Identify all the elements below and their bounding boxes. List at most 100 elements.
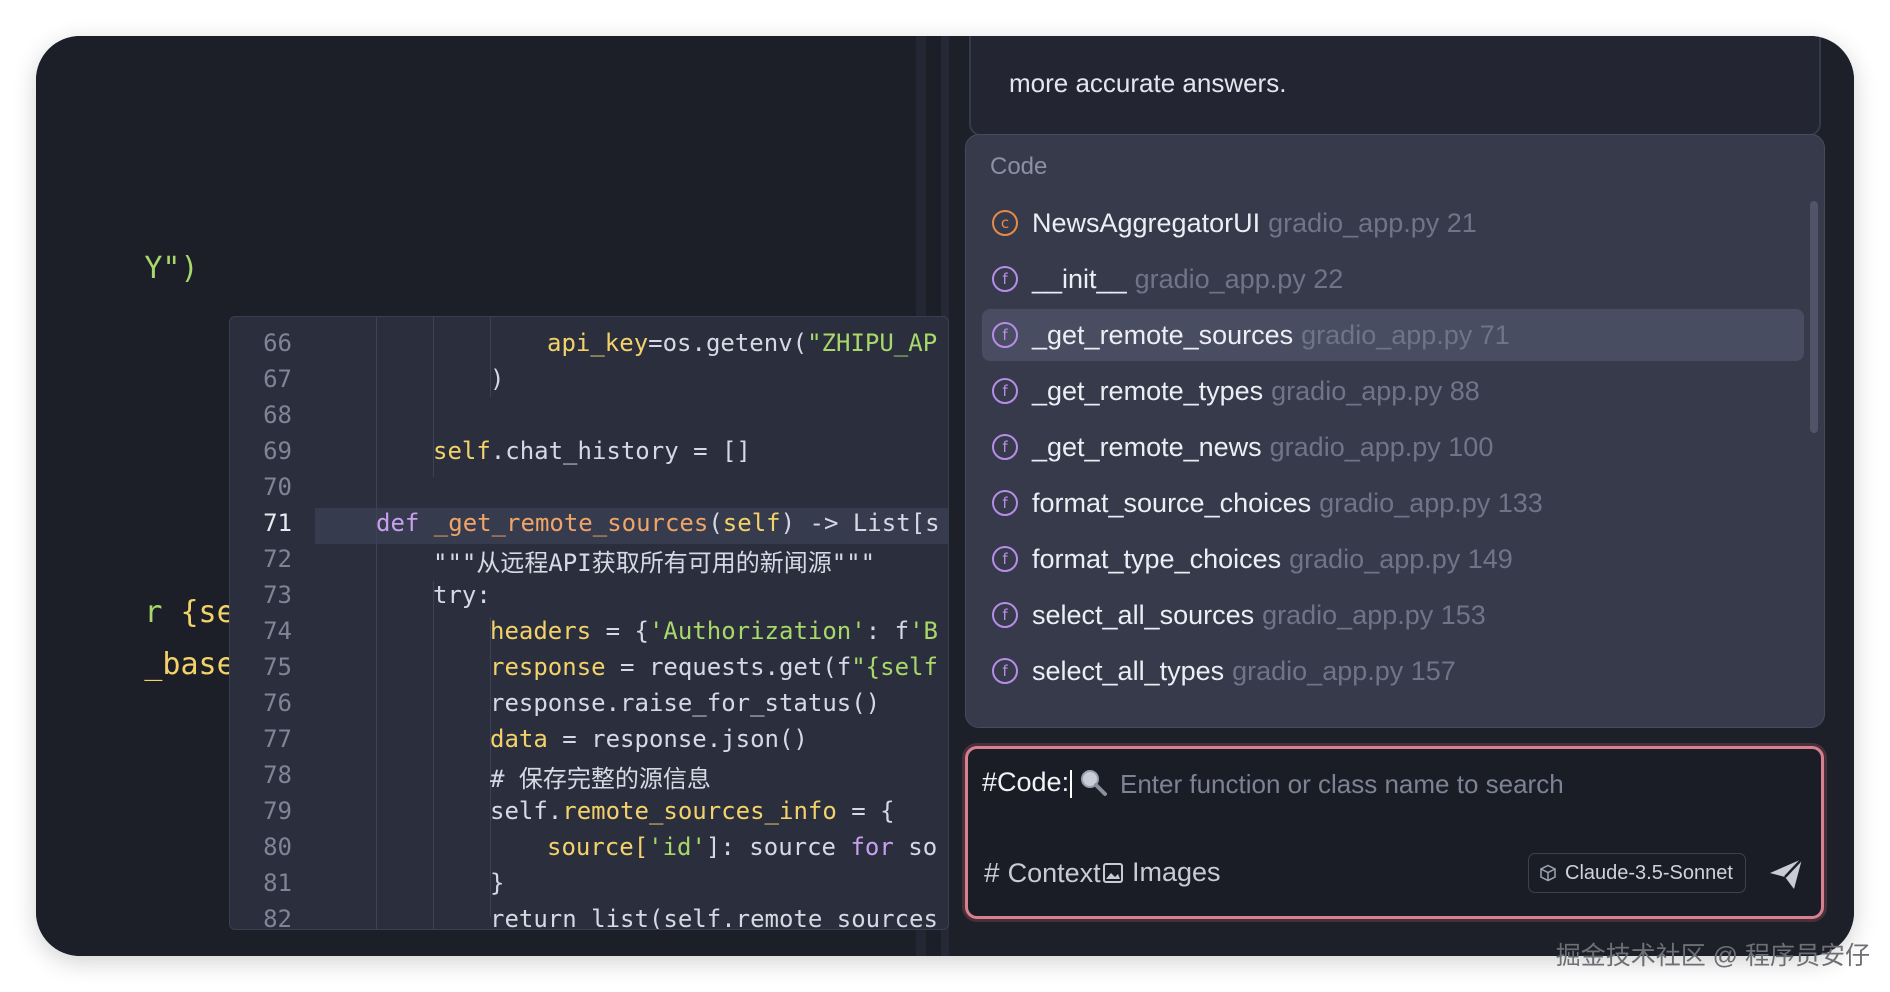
dropdown-item[interactable]: f _get_remote_types gradio_app.py 88 [982,365,1804,417]
function-icon: f [992,378,1018,404]
symbol-name: select_all_sources [1032,600,1255,630]
symbol-location: gradio_app.py 71 [1301,320,1510,350]
dropdown-item[interactable]: f select_all_sources gradio_app.py 153 [982,589,1804,641]
function-icon: f [992,602,1018,628]
code-comment: # 保存完整的源信息 [490,765,711,793]
function-icon: f [992,546,1018,572]
app-window: Y") r {self.api _base_url}/ 66 67 68 69 … [36,36,1854,956]
dropdown-item-label: format_type_choices gradio_app.py 149 [1032,544,1513,575]
code-token: =os.getenv( [648,329,808,357]
dropdown-item-label: select_all_types gradio_app.py 157 [1032,656,1456,687]
code-token: so [893,833,938,861]
text-caret [1070,769,1073,798]
model-selector[interactable]: Claude-3.5-Sonnet [1528,853,1746,893]
line-number: 68 [263,401,292,429]
function-icon: f [992,490,1018,516]
dropdown-item[interactable]: f select_all_types gradio_app.py 157 [982,645,1804,697]
function-icon: f [992,434,1018,460]
code-line: source['id']: source for so [547,833,937,861]
code-token: _get_remote_sources [433,509,709,537]
line-number: 78 [263,761,292,789]
image-icon [1103,862,1123,883]
symbol-location: gradio_app.py 149 [1289,544,1513,574]
line-number: 67 [263,365,292,393]
symbol-location: gradio_app.py 153 [1262,600,1486,630]
dropdown-item[interactable]: f __init__ gradio_app.py 22 [982,253,1804,305]
class-icon: c [992,210,1018,236]
symbol-name: format_source_choices [1032,488,1312,518]
symbol-name: _get_remote_news [1032,432,1262,462]
dropdown-item[interactable]: f _get_remote_news gradio_app.py 100 [982,421,1804,473]
hash-icon: # [984,857,1000,888]
code-line: self.chat_history = [] [433,437,751,465]
symbol-search-input[interactable] [1118,763,1762,805]
dropdown-item-label: select_all_sources gradio_app.py 153 [1032,600,1486,631]
model-label: Claude-3.5-Sonnet [1565,861,1733,884]
code-token: self [433,437,491,465]
images-button[interactable]: Images [1102,857,1221,888]
dropdown-item-label: format_source_choices gradio_app.py 133 [1032,488,1543,519]
dropdown-section-title: Code [990,153,1048,180]
dropdown-item[interactable]: f format_type_choices gradio_app.py 149 [982,533,1804,585]
code-token: .chat_history = [] [490,437,751,465]
cube-icon [1540,864,1556,882]
context-button[interactable]: # Context [984,857,1101,889]
line-number: 66 [263,329,292,357]
function-icon: f [992,658,1018,684]
code-symbol-dropdown[interactable]: Code c NewsAggregatorUI gradio_app.py 21 f _… [965,134,1825,728]
symbol-location: gradio_app.py 22 [1134,264,1344,294]
symbol-name: format_type_choices [1032,544,1282,574]
chat-message-text: more accurate answers. [1009,68,1287,98]
code-token: remote_sources_info [562,797,837,825]
line-number: 82 [263,905,292,930]
line-number: 81 [263,869,292,897]
code-line: ) [490,365,505,393]
symbol-name: __init__ [1032,264,1127,294]
line-number: 77 [263,725,292,753]
code-mention-text: #Code: [982,767,1070,797]
watermark: 掘金技术社区 @ 程序员安仔 [1555,942,1870,970]
code-line: """从远程API获取所有可用的新闻源""" [433,549,876,577]
chat-input-box[interactable]: #Code: # Context Images Claude-3.5-Sonne… [965,746,1824,919]
dropdown-scrollbar[interactable] [1810,201,1818,433]
indent-guide [376,317,377,929]
function-icon: f [992,322,1018,348]
line-number: 75 [263,653,292,681]
line-number-gutter: 66 67 68 69 70 71 72 73 74 75 76 77 78 7… [230,317,315,929]
code-token: 'B [909,617,938,645]
line-number: 74 [263,617,292,645]
line-number: 79 [263,797,292,825]
code-token: = response.json() [547,725,808,753]
code-token: = requests.get(f [605,653,852,681]
code-token: source[ [547,833,649,861]
dropdown-item-label: _get_remote_types gradio_app.py 88 [1032,376,1480,407]
code-token: headers [490,617,592,645]
line-number: 70 [263,473,292,501]
symbol-name: _get_remote_sources [1032,320,1294,350]
symbol-location: gradio_app.py 88 [1271,376,1480,406]
code-token: : f [865,617,910,645]
code-token: for [850,833,894,861]
code-token: ) -> List[s [780,509,940,537]
send-icon[interactable] [1766,853,1806,893]
images-label: Images [1132,857,1221,887]
line-number-active: 71 [263,509,292,537]
code-token: "ZHIPU_AP [807,329,938,357]
code-token: = { [836,797,895,825]
code-token: self [722,509,781,537]
code-token: "{self [851,653,938,681]
dropdown-item[interactable]: f format_source_choices gradio_app.py 133 [982,477,1804,529]
code-token: api_key [547,329,649,357]
search-icon [1081,770,1107,796]
code-line: api_key=os.getenv("ZHIPU_AP [547,329,937,357]
symbol-location: gradio_app.py 21 [1268,208,1477,238]
dropdown-item[interactable]: f _get_remote_sources gradio_app.py 71 [982,309,1804,361]
code-token: ]: source [705,833,851,861]
peek-definition-popup[interactable]: 66 67 68 69 70 71 72 73 74 75 76 77 78 7… [229,316,949,930]
context-label: Context [1007,857,1101,888]
dropdown-item[interactable]: c NewsAggregatorUI gradio_app.py 21 [982,197,1804,249]
symbol-location: gradio_app.py 133 [1319,488,1543,518]
line-number: 73 [263,581,292,609]
code-line: } [490,869,505,897]
function-icon: f [992,266,1018,292]
